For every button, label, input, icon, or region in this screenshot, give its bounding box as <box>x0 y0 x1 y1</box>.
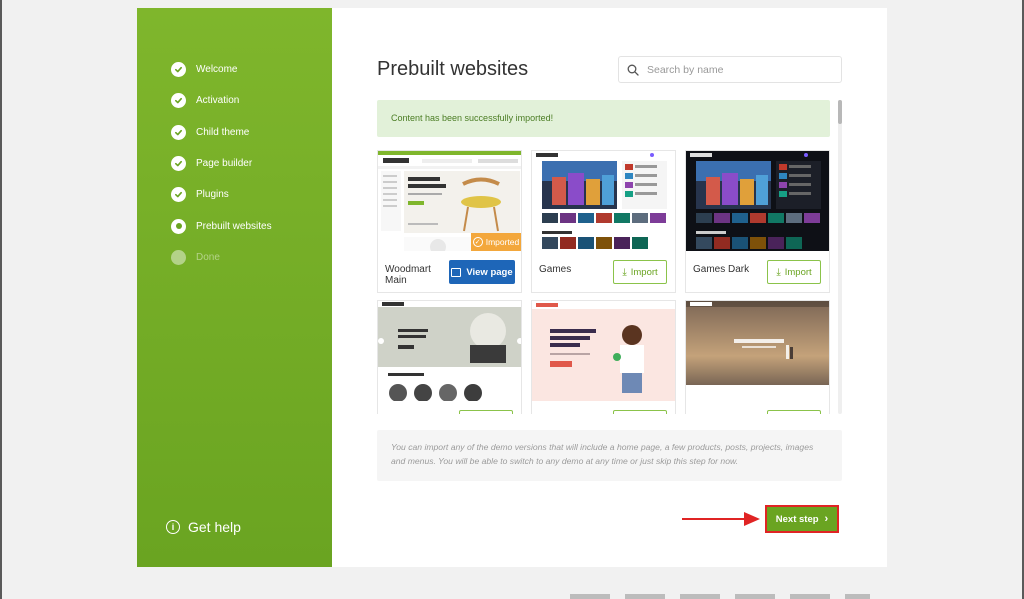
import-info-text: You can import any of the demo versions … <box>377 430 842 481</box>
check-icon <box>171 124 186 140</box>
step-prebuilt-websites[interactable]: Prebuilt websites <box>171 210 272 241</box>
demo-card-footer: Games Dark ⤓ Import <box>686 251 829 292</box>
demo-card-footer: Woodmart Main View page <box>378 251 521 292</box>
window-edge-left <box>0 0 2 599</box>
demo-thumbnail[interactable] <box>686 151 829 251</box>
footer-logo <box>137 590 227 599</box>
demos-scrollbar-track[interactable] <box>838 100 842 414</box>
step-label: Done <box>196 251 220 263</box>
check-circle-icon: ✓ <box>472 237 483 247</box>
imported-label: Imported <box>485 237 520 247</box>
step-label: Page builder <box>196 158 253 170</box>
demo-thumbnail[interactable] <box>378 301 521 401</box>
chevron-right-icon: › <box>824 513 829 525</box>
success-notice: Content has been successfully imported! <box>377 100 830 137</box>
imported-badge: ✓ Imported <box>471 233 521 251</box>
step-activation[interactable]: Activation <box>171 85 272 116</box>
search-input[interactable] <box>647 63 827 76</box>
demos-grid: ✓ Imported Woodmart Main View page Games… <box>377 150 831 414</box>
step-welcome[interactable]: Welcome <box>171 54 272 85</box>
download-icon: ⤓ <box>622 266 627 278</box>
wizard-sidebar: Welcome Activation Child theme Page buil… <box>137 8 332 567</box>
step-label: Activation <box>196 95 240 107</box>
demo-card-food <box>531 300 676 414</box>
external-link-icon <box>451 267 462 277</box>
demo-name: Games <box>539 264 572 275</box>
demos-scrollbar-thumb[interactable] <box>838 100 842 124</box>
demo-card-games-dark: Games Dark ⤓ Import <box>685 150 830 293</box>
demo-name: Games Dark <box>693 264 750 275</box>
next-step-label: Next step <box>775 513 819 525</box>
footer-links <box>570 594 870 599</box>
step-label: Welcome <box>196 64 238 76</box>
step-label: Prebuilt websites <box>196 220 272 232</box>
demo-card-footer <box>686 401 829 414</box>
step-plugins[interactable]: Plugins <box>171 179 272 210</box>
import-button[interactable]: ⤓ Import <box>767 260 821 284</box>
step-label: Child theme <box>196 126 250 138</box>
import-label: Import <box>630 266 658 278</box>
check-icon <box>171 62 186 78</box>
import-button[interactable] <box>459 410 513 414</box>
view-page-label: View page <box>466 266 513 278</box>
demo-card-woodmart-main: ✓ Imported Woodmart Main View page <box>377 150 522 293</box>
demo-thumbnail[interactable] <box>532 151 675 251</box>
import-button[interactable] <box>767 410 821 414</box>
demo-card-footer <box>532 401 675 414</box>
demo-card-games: Games ⤓ Import <box>531 150 676 293</box>
import-button[interactable]: ⤓ Import <box>613 260 667 284</box>
download-icon: ⤓ <box>776 266 781 278</box>
dot-icon <box>171 218 186 234</box>
step-page-builder[interactable]: Page builder <box>171 148 272 179</box>
demo-card-furniture <box>377 300 522 414</box>
demo-thumbnail[interactable] <box>532 301 675 401</box>
page-title: Prebuilt websites <box>377 58 529 80</box>
get-help-label: Get help <box>188 519 241 535</box>
info-icon: i <box>166 520 180 534</box>
red-arrow-annotation <box>682 512 760 526</box>
view-page-button[interactable]: View page <box>449 260 515 284</box>
setup-wizard-card: Welcome Activation Child theme Page buil… <box>137 8 887 567</box>
import-button[interactable] <box>613 410 667 414</box>
demo-name: Woodmart Main <box>385 264 431 286</box>
wizard-steps: Welcome Activation Child theme Page buil… <box>171 54 272 273</box>
circle-icon <box>171 249 186 265</box>
demo-thumbnail[interactable]: ✓ Imported <box>378 151 521 251</box>
get-help-link[interactable]: i Get help <box>166 519 241 535</box>
check-icon <box>171 156 186 172</box>
wizard-main: Prebuilt websites Content has been succe… <box>332 8 887 567</box>
step-label: Plugins <box>196 189 229 201</box>
demo-card-beach <box>685 300 830 414</box>
next-step-button[interactable]: Next step › <box>765 505 839 533</box>
step-child-theme[interactable]: Child theme <box>171 117 272 148</box>
demo-card-footer <box>378 401 521 414</box>
import-label: Import <box>784 266 812 278</box>
check-icon <box>171 187 186 203</box>
search-icon <box>627 64 639 76</box>
check-icon <box>171 93 186 109</box>
search-box[interactable] <box>618 56 842 83</box>
step-done: Done <box>171 242 272 273</box>
demo-thumbnail[interactable] <box>686 301 829 401</box>
demo-card-footer: Games ⤓ Import <box>532 251 675 292</box>
